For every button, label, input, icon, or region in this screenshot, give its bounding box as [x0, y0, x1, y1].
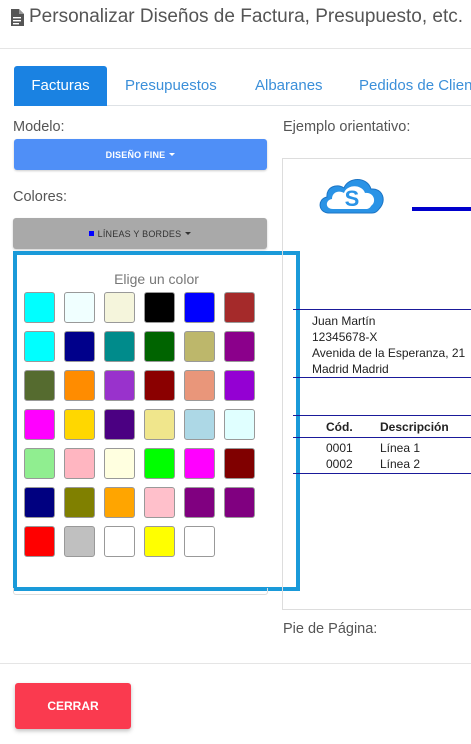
dropdown-menu-bottom — [13, 588, 268, 595]
color-swatch[interactable] — [104, 409, 135, 440]
client-tax-id: 12345678-X — [312, 330, 378, 344]
color-swatch[interactable] — [144, 487, 175, 518]
color-swatch[interactable] — [184, 487, 215, 518]
color-swatch[interactable] — [104, 526, 135, 557]
color-picker-title: Elige un color — [114, 271, 199, 287]
color-swatch[interactable] — [224, 448, 255, 479]
preview-divider — [293, 377, 471, 378]
color-swatch[interactable] — [184, 292, 215, 323]
color-swatch[interactable] — [104, 292, 135, 323]
preview-table-top — [293, 415, 471, 416]
cloud-logo-icon: S — [319, 179, 384, 214]
footer-label: Pie de Página: — [283, 621, 378, 637]
color-swatch[interactable] — [224, 409, 255, 440]
color-swatch[interactable] — [104, 370, 135, 401]
page-title-text: Personalizar Diseños de Factura, Presupu… — [29, 6, 464, 27]
color-swatch-icon — [88, 231, 94, 236]
color-swatch[interactable] — [144, 448, 175, 479]
color-swatch[interactable] — [24, 409, 55, 440]
client-city: Madrid Madrid — [312, 362, 389, 376]
document-icon — [11, 8, 24, 26]
close-button[interactable]: CERRAR — [15, 683, 131, 729]
color-swatch[interactable] — [64, 526, 95, 557]
footer-divider — [0, 663, 471, 664]
color-swatch[interactable] — [224, 370, 255, 401]
color-swatch[interactable] — [24, 370, 55, 401]
tab-albaranes[interactable]: Albaranes — [255, 66, 323, 106]
svg-text:S: S — [345, 186, 360, 211]
tab-presupuestos[interactable]: Presupuestos — [125, 66, 217, 106]
color-swatch[interactable] — [104, 487, 135, 518]
table-cell: Línea 1 — [380, 441, 421, 455]
tab-pedidos-clientes[interactable]: Pedidos de Clientes — [359, 66, 471, 106]
model-dropdown-label: DISEÑO FINE — [105, 149, 166, 160]
tab-bar: Facturas Presupuestos Albaranes Pedidos … — [0, 66, 471, 106]
lines-borders-dropdown-button[interactable]: LÍNEAS Y BORDES — [13, 218, 267, 249]
color-swatch[interactable] — [24, 487, 55, 518]
color-swatch[interactable] — [64, 448, 95, 479]
color-swatch[interactable] — [184, 331, 215, 362]
color-picker-panel: Elige un color — [13, 251, 300, 591]
preview-table-bottom — [293, 473, 471, 474]
caret-down-icon — [169, 153, 176, 156]
color-swatch[interactable] — [64, 331, 95, 362]
table-header-code: Cód. — [326, 420, 353, 434]
tab-facturas[interactable]: Facturas — [14, 66, 107, 106]
client-address: Avenida de la Esperanza, 21 — [312, 346, 466, 360]
preview-header-bar — [412, 207, 471, 211]
model-label: Modelo: — [13, 119, 65, 135]
color-swatch[interactable] — [184, 526, 215, 557]
caret-down-icon — [185, 232, 192, 235]
page-title: Personalizar Diseños de Factura, Presupu… — [10, 6, 463, 28]
color-swatch[interactable] — [24, 292, 55, 323]
color-swatch[interactable] — [64, 409, 95, 440]
color-swatch[interactable] — [64, 292, 95, 323]
preview-table-header-line — [293, 437, 471, 438]
color-swatch[interactable] — [64, 487, 95, 518]
color-swatch[interactable] — [144, 331, 175, 362]
client-name: Juan Martín — [312, 314, 376, 328]
colors-label: Colores: — [13, 189, 67, 205]
lines-borders-label: LÍNEAS Y BORDES — [97, 228, 182, 239]
color-swatch[interactable] — [184, 448, 215, 479]
table-cell: 0002 — [326, 457, 353, 471]
color-swatch[interactable] — [24, 448, 55, 479]
color-swatch[interactable] — [144, 526, 175, 557]
color-swatch[interactable] — [64, 370, 95, 401]
color-swatch[interactable] — [224, 331, 255, 362]
table-cell: 0001 — [326, 441, 353, 455]
color-swatch[interactable] — [104, 331, 135, 362]
color-swatch[interactable] — [104, 448, 135, 479]
preview-divider — [293, 309, 471, 310]
color-swatch[interactable] — [224, 292, 255, 323]
color-swatch[interactable] — [144, 370, 175, 401]
table-header-description: Descripción — [380, 420, 449, 434]
preview-label: Ejemplo orientativo: — [283, 119, 411, 135]
invoice-preview: S Juan Martín 12345678-X Avenida de la E… — [282, 158, 471, 610]
color-swatch[interactable] — [144, 292, 175, 323]
color-swatch[interactable] — [24, 526, 55, 557]
color-swatch[interactable] — [184, 409, 215, 440]
color-swatch[interactable] — [144, 409, 175, 440]
color-swatch[interactable] — [224, 487, 255, 518]
color-swatch[interactable] — [184, 370, 215, 401]
color-swatch[interactable] — [24, 331, 55, 362]
table-cell: Línea 2 — [380, 457, 421, 471]
model-dropdown-button[interactable]: DISEÑO FINE — [14, 139, 267, 170]
header-divider — [0, 48, 471, 49]
